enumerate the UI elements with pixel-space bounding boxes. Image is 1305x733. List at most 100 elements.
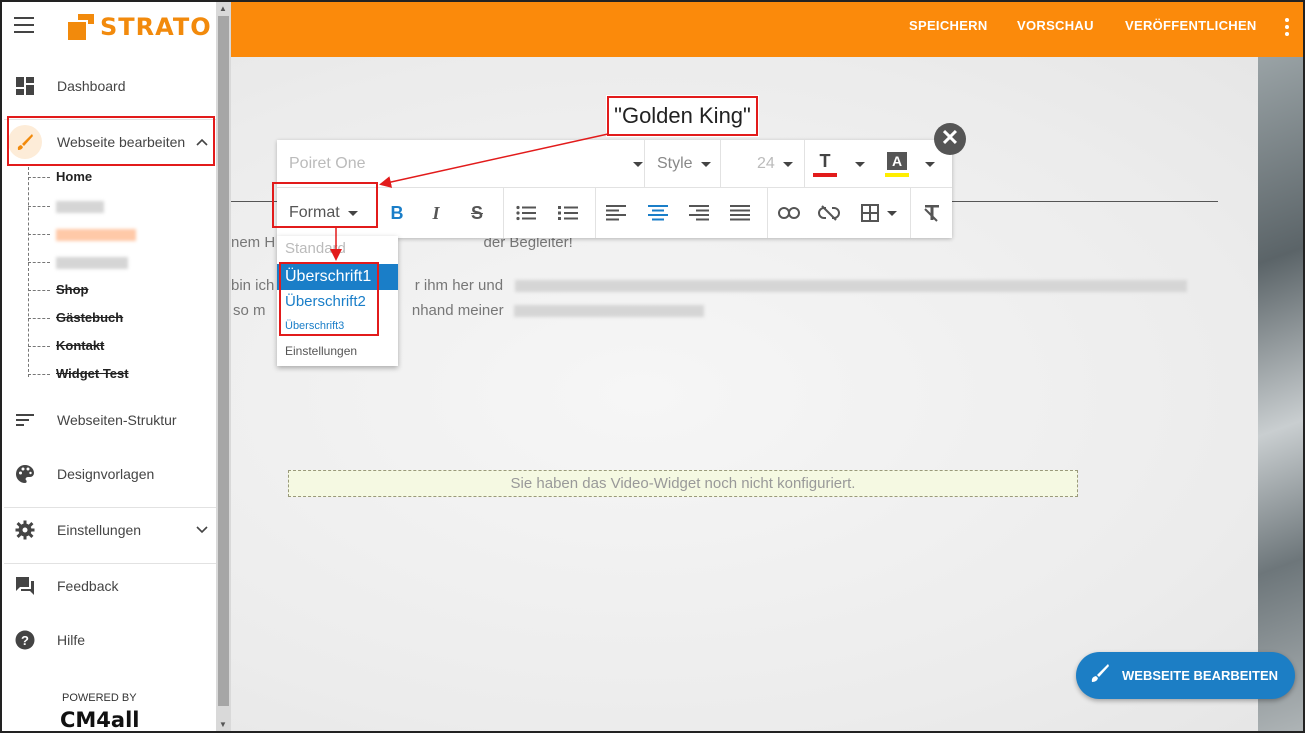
format-option-standard[interactable]: Standard (277, 240, 398, 257)
scroll-down-icon[interactable]: ▼ (219, 720, 227, 729)
content-text: so m (233, 302, 266, 319)
scroll-up-icon[interactable]: ▲ (219, 4, 227, 13)
caret-down-icon (782, 161, 793, 167)
sidebar-item-settings[interactable]: Einstellungen (4, 507, 216, 551)
sidebar-item-label: Feedback (57, 577, 119, 594)
format-option-settings[interactable]: Einstellungen (277, 344, 398, 358)
text-color-button[interactable]: T (805, 140, 871, 188)
subpage-widget-test[interactable]: Widget Test (28, 366, 129, 381)
content-text: nem H (231, 234, 276, 251)
strato-logo[interactable]: STRATO (66, 12, 212, 42)
publish-button[interactable]: VERÖFFENTLICHEN (1125, 18, 1257, 33)
help-icon: ? (14, 629, 36, 651)
caret-down-icon (887, 210, 897, 216)
align-right-icon (689, 205, 709, 221)
align-center-icon (648, 205, 668, 221)
numbered-list-button[interactable] (553, 188, 583, 238)
subpage-label: Widget Test (56, 366, 129, 381)
cm4all-logo: CM4all (60, 708, 140, 732)
clear-formatting-button[interactable] (917, 188, 947, 238)
justify-button[interactable] (725, 188, 755, 238)
text-color-icon: T (813, 152, 837, 177)
feedback-icon (14, 575, 36, 597)
blurred-text (56, 228, 136, 241)
edit-website-button[interactable]: WEBSEITE BEARBEITEN (1076, 652, 1295, 699)
toolbar-divider (595, 188, 596, 238)
scrollbar-thumb[interactable] (218, 16, 229, 706)
link-icon (778, 207, 800, 219)
subpage-blurred-1[interactable] (28, 198, 104, 213)
subpage-label: Home (56, 169, 93, 184)
font-family-select[interactable]: Poiret One (277, 140, 645, 188)
numbered-list-icon (558, 206, 578, 220)
more-options-icon[interactable] (1285, 18, 1289, 39)
content-text: nhand meiner (411, 302, 504, 319)
align-right-button[interactable] (684, 188, 714, 238)
text-editor-toolbar: Poiret One Style 24 T A Format B I S (277, 140, 952, 238)
chevron-down-icon[interactable] (196, 523, 208, 537)
toolbar-divider (503, 188, 504, 238)
caret-down-icon (700, 161, 711, 167)
toolbar-divider (767, 188, 768, 238)
bold-button[interactable]: B (381, 188, 413, 238)
subpage-guestbook[interactable]: Gästebuch (28, 310, 123, 325)
sidebar-scrollbar[interactable]: ▲ ▼ (216, 0, 231, 733)
blurred-text (56, 200, 104, 213)
table-button[interactable] (857, 188, 901, 238)
sidebar-item-help[interactable]: ? Hilfe (4, 618, 216, 662)
subpage-blurred-3[interactable] (28, 254, 128, 269)
save-button[interactable]: SPEICHERN (909, 18, 988, 33)
sidebar-item-label: Dashboard (57, 78, 126, 94)
logo-text: STRATO (100, 13, 212, 41)
sidebar-item-structure[interactable]: Webseiten-Struktur (4, 398, 216, 442)
video-widget-placeholder[interactable]: Sie haben das Video-Widget noch nicht ko… (288, 470, 1078, 497)
sidebar-item-label: Einstellungen (57, 521, 142, 538)
toolbar-row-format: Format B I S (277, 188, 952, 238)
sidebar-item-feedback[interactable]: Feedback (4, 563, 216, 607)
annotation-callout: "Golden King" (607, 96, 758, 136)
highlight-box-edit-website (7, 116, 215, 166)
style-select[interactable]: Style (645, 140, 721, 188)
dashboard-icon (14, 75, 36, 97)
powered-by-label: POWERED BY (62, 692, 137, 704)
link-button[interactable] (774, 188, 804, 238)
edit-website-label: WEBSEITE BEARBEITEN (1122, 668, 1279, 683)
background-image (1258, 57, 1305, 733)
subpage-blurred-2[interactable] (28, 226, 136, 241)
strikethrough-button[interactable]: S (461, 188, 493, 238)
bullet-list-icon (516, 205, 536, 221)
toolbar-row-font: Poiret One Style 24 T A (277, 140, 952, 188)
subpage-contact[interactable]: Kontakt (28, 338, 104, 353)
font-size-select[interactable]: 24 (721, 140, 805, 188)
strato-logo-icon (66, 12, 96, 42)
caret-down-icon (855, 161, 865, 167)
subpage-home[interactable]: Home (28, 169, 92, 184)
blurred-text (56, 256, 128, 269)
style-value: Style (657, 155, 693, 172)
align-left-icon (606, 205, 626, 221)
italic-button[interactable]: I (420, 188, 452, 238)
preview-button[interactable]: VORSCHAU (1017, 18, 1094, 33)
close-toolbar-icon[interactable]: ✕ (934, 123, 966, 155)
clear-formatting-icon (924, 205, 939, 222)
sidebar-item-label: Hilfe (57, 632, 86, 648)
caret-down-icon (633, 161, 643, 167)
blurred-text (513, 305, 704, 318)
blurred-text (515, 280, 1188, 293)
align-center-button[interactable] (643, 188, 673, 238)
menu-icon[interactable] (14, 17, 34, 33)
font-size-value: 24 (757, 155, 775, 172)
toolbar-divider (910, 188, 911, 238)
sidebar-item-dashboard[interactable]: Dashboard (4, 64, 216, 108)
gear-icon (14, 519, 36, 541)
unlink-button[interactable] (814, 188, 844, 238)
subpage-shop[interactable]: Shop (28, 282, 89, 297)
structure-icon (14, 409, 36, 431)
sidebar-item-design[interactable]: Designvorlagen (4, 452, 216, 496)
table-icon (861, 204, 879, 222)
bullet-list-button[interactable] (511, 188, 541, 238)
align-left-button[interactable] (601, 188, 631, 238)
content-text: r ihm her und (414, 277, 504, 294)
content-text: bin ich (231, 277, 275, 294)
svg-text:?: ? (21, 633, 29, 648)
